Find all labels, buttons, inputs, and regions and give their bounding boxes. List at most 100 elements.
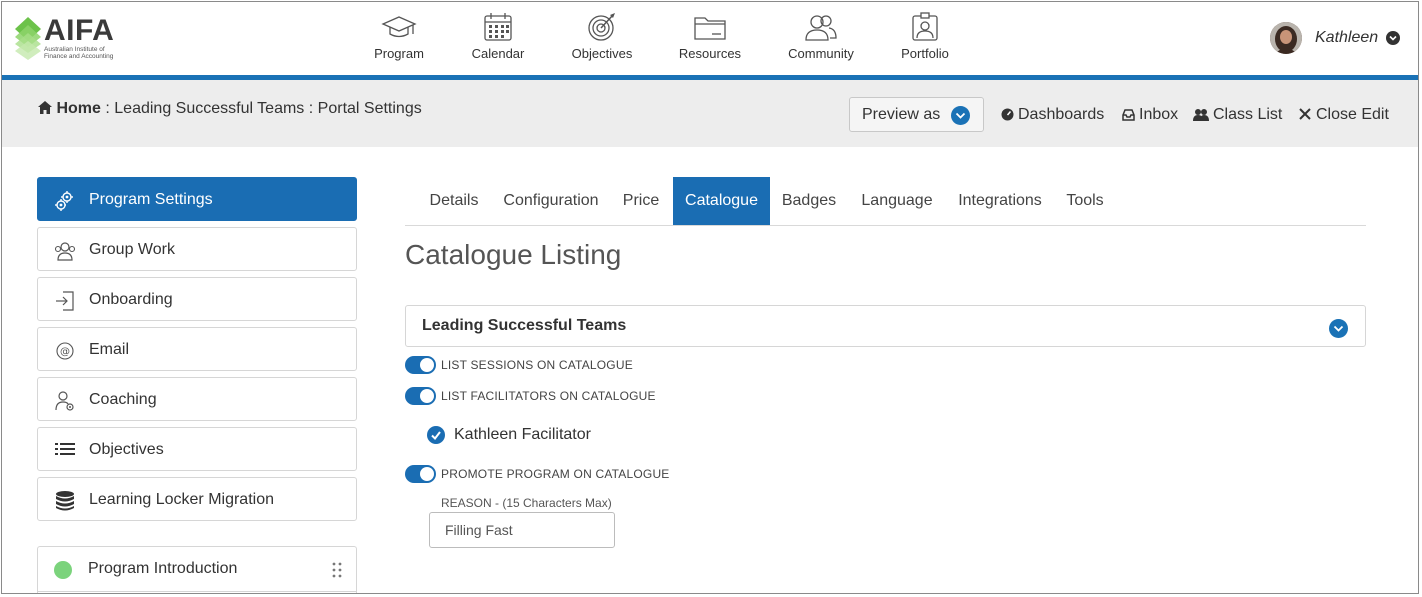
at-icon: @ bbox=[56, 342, 74, 360]
chevron-down-icon[interactable] bbox=[1329, 319, 1348, 338]
sidebar-item-label: Email bbox=[89, 341, 130, 358]
tab-badges[interactable]: Badges bbox=[779, 177, 839, 225]
check-circle-icon[interactable] bbox=[427, 426, 445, 444]
sidebar-item-label: Group Work bbox=[89, 241, 175, 258]
settings-tabs: Details Configuration Price Catalogue Ba… bbox=[405, 177, 1366, 226]
sidebar-item-program-settings[interactable]: Program Settings bbox=[37, 177, 357, 221]
breadcrumb-separator: : bbox=[308, 100, 314, 117]
close-edit-label: Close Edit bbox=[1316, 106, 1389, 123]
promote-program-toggle[interactable] bbox=[405, 465, 436, 483]
tab-price[interactable]: Price bbox=[616, 177, 666, 225]
brand-subtitle: Australian Institute of Finance and Acco… bbox=[44, 46, 114, 60]
sidebar-item-label: Learning Locker Migration bbox=[89, 491, 274, 508]
gears-icon bbox=[55, 191, 73, 211]
brand-name: AIFA bbox=[44, 14, 115, 47]
status-dot bbox=[54, 561, 72, 579]
nav-resources-label: Resources bbox=[678, 46, 742, 61]
home-icon bbox=[38, 101, 52, 114]
breadcrumb-page: Portal Settings bbox=[317, 100, 422, 117]
tab-catalogue[interactable]: Catalogue bbox=[673, 177, 770, 225]
nav-objectives-label: Objectives bbox=[571, 46, 633, 61]
app-window: AIFA Australian Institute of Finance and… bbox=[1, 1, 1419, 594]
inbox-icon bbox=[1122, 109, 1135, 121]
aifa-logo-mark-icon bbox=[15, 17, 41, 60]
people-icon bbox=[805, 15, 837, 41]
chevron-down-icon bbox=[951, 106, 970, 125]
accordion-title: Leading Successful Teams bbox=[422, 317, 627, 334]
nav-portfolio[interactable]: Portfolio bbox=[880, 12, 970, 61]
phase-label: Program Introduction bbox=[88, 560, 238, 577]
close-edit-link[interactable]: Close Edit bbox=[1299, 106, 1391, 126]
dashboard-gauge-icon bbox=[1001, 108, 1014, 121]
sidebar-item-objectives[interactable]: Objectives bbox=[37, 427, 357, 471]
graduation-cap-icon bbox=[381, 16, 417, 38]
reason-label: REASON - (15 Characters Max) bbox=[441, 496, 612, 510]
facilitator-name: Kathleen Facilitator bbox=[454, 426, 591, 443]
calendar-icon bbox=[484, 13, 512, 41]
sidebar-item-group-work[interactable]: Group Work bbox=[37, 227, 357, 271]
nav-calendar-label: Calendar bbox=[471, 46, 525, 61]
tab-integrations[interactable]: Integrations bbox=[956, 177, 1044, 225]
top-header: AIFA Australian Institute of Finance and… bbox=[2, 2, 1418, 80]
class-list-label: Class List bbox=[1213, 106, 1283, 123]
aifa-logo[interactable]: AIFA Australian Institute of Finance and… bbox=[15, 14, 125, 63]
user-gear-icon bbox=[55, 391, 74, 411]
nav-portfolio-label: Portfolio bbox=[901, 46, 949, 61]
nav-resources[interactable]: Resources bbox=[665, 12, 755, 61]
inbox-label: Inbox bbox=[1139, 106, 1179, 123]
nav-program-label: Program bbox=[374, 46, 424, 61]
dashboards-label: Dashboards bbox=[1018, 106, 1105, 123]
database-icon bbox=[56, 491, 74, 511]
sidebar-item-label: Program Settings bbox=[89, 191, 213, 208]
sidebar-item-coaching[interactable]: Coaching bbox=[37, 377, 357, 421]
sidebar-item-label: Coaching bbox=[89, 391, 157, 408]
user-name: Kathleen bbox=[1315, 29, 1379, 46]
nav-program[interactable]: Program bbox=[354, 12, 444, 61]
divider bbox=[38, 591, 356, 592]
breadcrumb: Home : Leading Successful Teams : Portal… bbox=[38, 100, 422, 118]
sign-in-icon bbox=[56, 291, 74, 311]
tab-language[interactable]: Language bbox=[858, 177, 936, 225]
phase-item-program-introduction[interactable]: Program Introduction bbox=[37, 546, 357, 593]
sidebar-item-onboarding[interactable]: Onboarding bbox=[37, 277, 357, 321]
breadcrumb-separator: : bbox=[105, 100, 110, 117]
program-accordion[interactable]: Leading Successful Teams bbox=[405, 305, 1366, 347]
list-sessions-toggle[interactable] bbox=[405, 356, 436, 374]
sidebar-item-email[interactable]: @ Email bbox=[37, 327, 357, 371]
sidebar-item-learning-locker-migration[interactable]: Learning Locker Migration bbox=[37, 477, 357, 521]
sidebar-item-label: Objectives bbox=[89, 441, 164, 458]
id-badge-icon bbox=[912, 12, 938, 41]
target-icon bbox=[588, 13, 615, 41]
nav-community-label: Community bbox=[788, 46, 854, 61]
class-list-link[interactable]: Class List bbox=[1193, 106, 1283, 126]
preview-as-label: Preview as bbox=[862, 106, 941, 123]
list-icon bbox=[55, 443, 75, 455]
tab-details[interactable]: Details bbox=[418, 177, 490, 225]
svg-text:@: @ bbox=[60, 347, 70, 358]
list-facilitators-toggle[interactable] bbox=[405, 387, 436, 405]
nav-objectives[interactable]: Objectives bbox=[557, 12, 647, 61]
group-icon bbox=[54, 242, 76, 261]
breadcrumb-bar: Home : Leading Successful Teams : Portal… bbox=[2, 80, 1418, 147]
inbox-link[interactable]: Inbox bbox=[1122, 106, 1182, 126]
breadcrumb-home[interactable]: Home bbox=[56, 100, 100, 117]
list-facilitators-label: LIST FACILITATORS ON CATALOGUE bbox=[441, 389, 656, 403]
list-sessions-label: LIST SESSIONS ON CATALOGUE bbox=[441, 358, 633, 372]
avatar bbox=[1270, 22, 1302, 54]
breadcrumb-program[interactable]: Leading Successful Teams bbox=[114, 100, 304, 117]
promote-program-label: PROMOTE PROGRAM ON CATALOGUE bbox=[441, 467, 670, 481]
close-icon bbox=[1299, 108, 1311, 120]
tab-tools[interactable]: Tools bbox=[1063, 177, 1107, 225]
nav-calendar[interactable]: Calendar bbox=[453, 12, 543, 61]
sidebar-item-label: Onboarding bbox=[89, 291, 173, 308]
tab-configuration[interactable]: Configuration bbox=[498, 177, 604, 225]
page-title: Catalogue Listing bbox=[405, 239, 622, 270]
nav-community[interactable]: Community bbox=[776, 12, 866, 61]
users-icon bbox=[1193, 109, 1209, 121]
dashboards-link[interactable]: Dashboards bbox=[1001, 106, 1107, 126]
chevron-down-icon[interactable] bbox=[1386, 31, 1400, 45]
folder-icon bbox=[694, 17, 726, 40]
drag-handle-icon[interactable] bbox=[331, 561, 343, 579]
preview-as-dropdown[interactable]: Preview as bbox=[849, 97, 984, 132]
reason-input[interactable] bbox=[429, 512, 615, 548]
